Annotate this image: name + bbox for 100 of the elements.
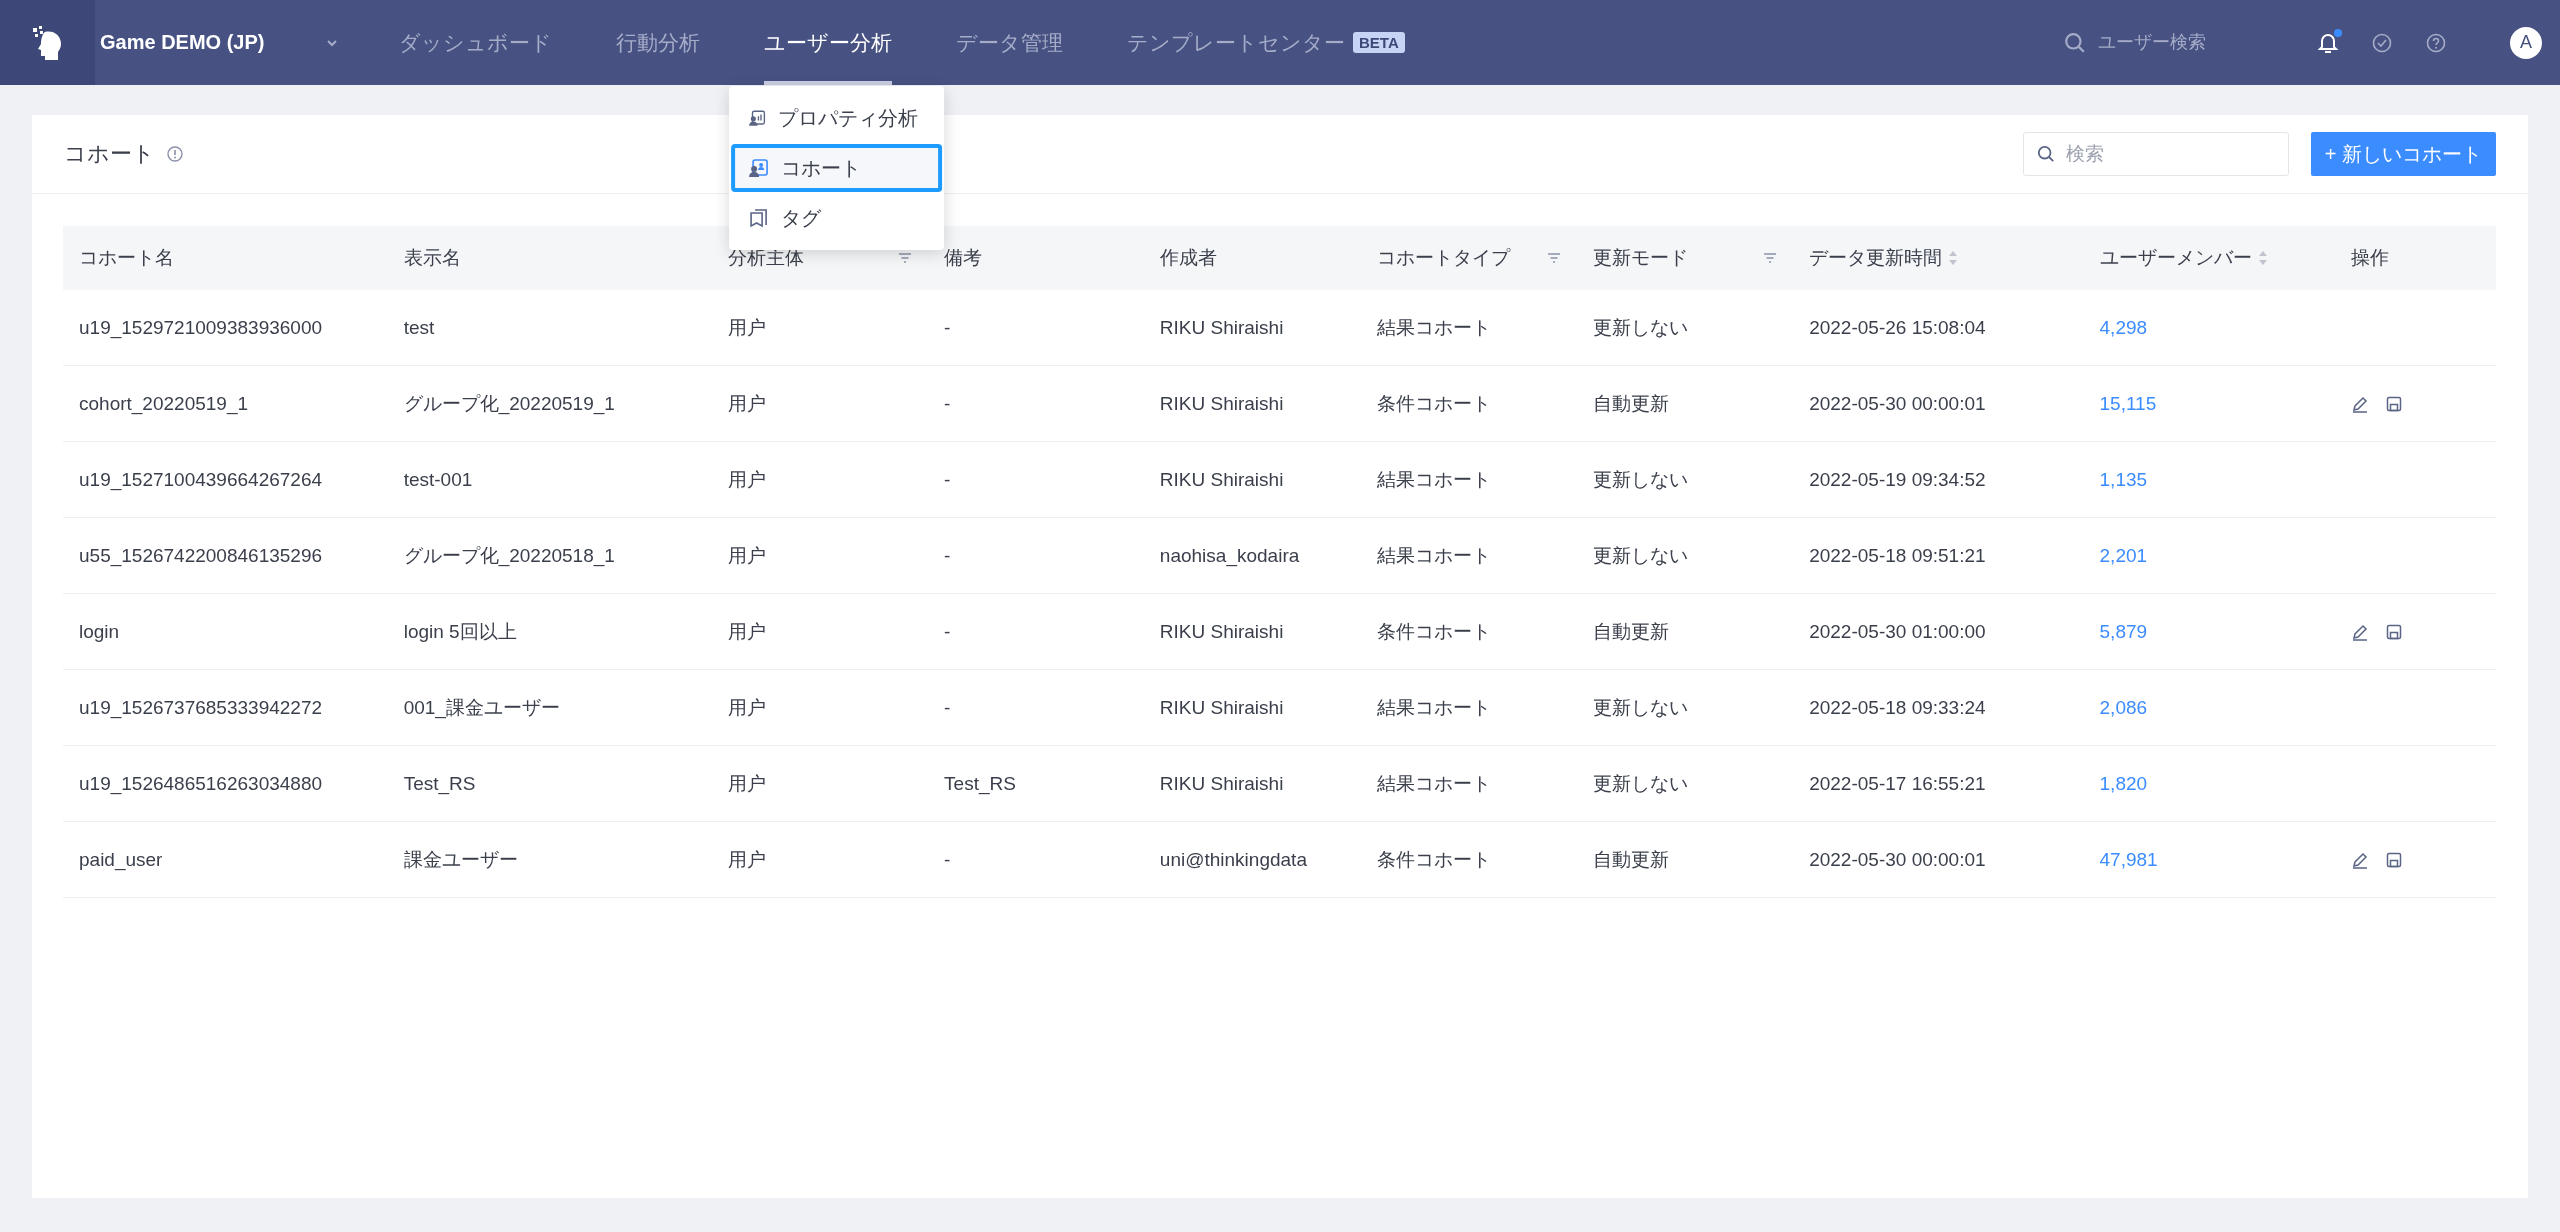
column-header: コホート名	[63, 226, 388, 290]
table-cell: u19_1526737685333942272	[63, 669, 388, 746]
table-cell: RIKU Shiraishi	[1143, 365, 1361, 442]
info-icon[interactable]	[167, 146, 183, 162]
column-header: 作成者	[1143, 226, 1361, 290]
table-cell: 2022-05-17 16:55:21	[1793, 745, 2084, 822]
member-count-link[interactable]: 4,298	[2099, 316, 2148, 338]
table-cell: -	[928, 593, 1144, 670]
table-cell: paid_user	[63, 821, 388, 898]
table-cell: -	[928, 441, 1144, 518]
edit-icon[interactable]	[2350, 622, 2369, 641]
table-cell: 結果コホート	[1360, 745, 1578, 822]
table-cell: -	[928, 669, 1144, 746]
check-circle-icon[interactable]	[2372, 32, 2392, 53]
table-cell: 2022-05-30 00:00:01	[1793, 821, 2084, 898]
table-cell: 2022-05-26 15:08:04	[1793, 290, 2084, 366]
table-cell: -	[928, 290, 1144, 366]
table-cell: グループ化_20220518_1	[387, 517, 713, 594]
user-avatar[interactable]: A	[2510, 26, 2542, 59]
table-cell: 2022-05-30 01:00:00	[1793, 593, 2084, 670]
column-header[interactable]: ユーザーメンバー	[2083, 226, 2335, 290]
table-cell: 自動更新	[1577, 821, 1794, 898]
table-cell: グループ化_20220519_1	[387, 365, 713, 442]
tag-icon	[749, 208, 770, 228]
table-cell: 結果コホート	[1360, 441, 1578, 518]
table-cell: 用户	[712, 669, 929, 746]
member-count-link[interactable]: 1,820	[2099, 772, 2148, 794]
column-header[interactable]: データ更新時間	[1793, 226, 2084, 290]
column-header[interactable]: 更新モード	[1577, 226, 1794, 290]
beta-badge: BETA	[1353, 32, 1405, 53]
table-cell: 結果コホート	[1360, 290, 1578, 366]
table-cell: 001_課金ユーザー	[387, 669, 713, 746]
table-cell: 自動更新	[1577, 593, 1794, 670]
table-cell: test-001	[387, 441, 713, 518]
table-cell: RIKU Shiraishi	[1143, 441, 1361, 518]
table-cell: login	[63, 593, 388, 670]
table-cell: u55_1526742200846135296	[63, 517, 388, 594]
save-icon[interactable]	[2384, 850, 2403, 869]
table-cell: 更新しない	[1577, 517, 1794, 594]
edit-icon[interactable]	[2350, 394, 2369, 413]
table-cell: uni@thinkingdata	[1143, 821, 1361, 898]
nav-tab[interactable]: テンプレートセンター BETA	[1127, 0, 1405, 85]
nav-tab[interactable]: データ管理	[956, 0, 1063, 85]
nav-tab[interactable]: 行動分析	[616, 0, 700, 85]
table-cell: cohort_20220519_1	[63, 365, 388, 442]
search-icon	[2036, 145, 2055, 163]
table-cell: 条件コホート	[1360, 365, 1578, 442]
table-cell: u19_1529721009383936000	[63, 290, 388, 366]
table-cell: 更新しない	[1577, 669, 1794, 746]
table-cell: -	[928, 821, 1144, 898]
column-header[interactable]: コホートタイプ	[1360, 226, 1578, 290]
table-cell: 課金ユーザー	[387, 821, 713, 898]
table-cell: 用户	[712, 745, 929, 822]
table-cell: 用户	[712, 441, 929, 518]
table-cell: 2022-05-19 09:34:52	[1793, 441, 2084, 518]
table-cell: 更新しない	[1577, 441, 1794, 518]
table-cell: 更新しない	[1577, 745, 1794, 822]
table-cell: 2022-05-30 00:00:01	[1793, 365, 2084, 442]
nav-tab[interactable]: ダッシュボード	[399, 0, 552, 85]
user-search-field[interactable]: ユーザー検索	[2062, 26, 2258, 59]
table-cell: 2022-05-18 09:33:24	[1793, 669, 2084, 746]
table-cell: 用户	[712, 821, 929, 898]
table-cell: login 5回以上	[387, 593, 713, 670]
member-count-link[interactable]: 2,201	[2099, 544, 2148, 566]
table-cell: RIKU Shiraishi	[1143, 290, 1361, 366]
table-cell: 2022-05-18 09:51:21	[1793, 517, 2084, 594]
column-header: 表示名	[387, 226, 713, 290]
member-count-link[interactable]: 2,086	[2099, 696, 2148, 718]
table-cell: 更新しない	[1577, 290, 1794, 366]
table-cell: test	[387, 290, 713, 366]
table-cell: naohisa_kodaira	[1143, 517, 1361, 594]
project-name[interactable]: Game DEMO (JP)	[100, 31, 325, 54]
table-cell: Test_RS	[387, 745, 713, 822]
menu-item[interactable]: コホート	[731, 144, 943, 192]
new-cohort-button[interactable]: + 新しいコホート	[2310, 132, 2496, 176]
table-cell: Test_RS	[928, 745, 1144, 822]
table-cell: 結果コホート	[1360, 669, 1578, 746]
member-count-link[interactable]: 5,879	[2099, 620, 2148, 642]
table-cell: 用户	[712, 517, 929, 594]
table-cell: RIKU Shiraishi	[1143, 593, 1361, 670]
table-cell: 用户	[712, 365, 929, 442]
table-cell: -	[928, 365, 1144, 442]
edit-icon[interactable]	[2350, 850, 2369, 869]
member-count-link[interactable]: 47,981	[2099, 848, 2158, 870]
column-header: 操作	[2334, 226, 2496, 290]
table-cell: 用户	[712, 290, 929, 366]
save-icon[interactable]	[2384, 394, 2403, 413]
member-count-link[interactable]: 15,115	[2099, 392, 2157, 414]
table-cell: RIKU Shiraishi	[1143, 745, 1361, 822]
page-title: コホート	[64, 140, 155, 168]
save-icon[interactable]	[2384, 622, 2403, 641]
table-cell: 結果コホート	[1360, 517, 1578, 594]
help-icon[interactable]	[2426, 32, 2446, 53]
table-cell: u19_1527100439664267264	[63, 441, 388, 518]
logo-tile[interactable]	[0, 0, 95, 85]
member-count-link[interactable]: 1,135	[2099, 468, 2148, 490]
table-cell: 条件コホート	[1360, 821, 1578, 898]
search-field[interactable]: 検索	[2022, 132, 2289, 176]
table-cell: 自動更新	[1577, 365, 1794, 442]
search-icon	[2064, 31, 2086, 54]
